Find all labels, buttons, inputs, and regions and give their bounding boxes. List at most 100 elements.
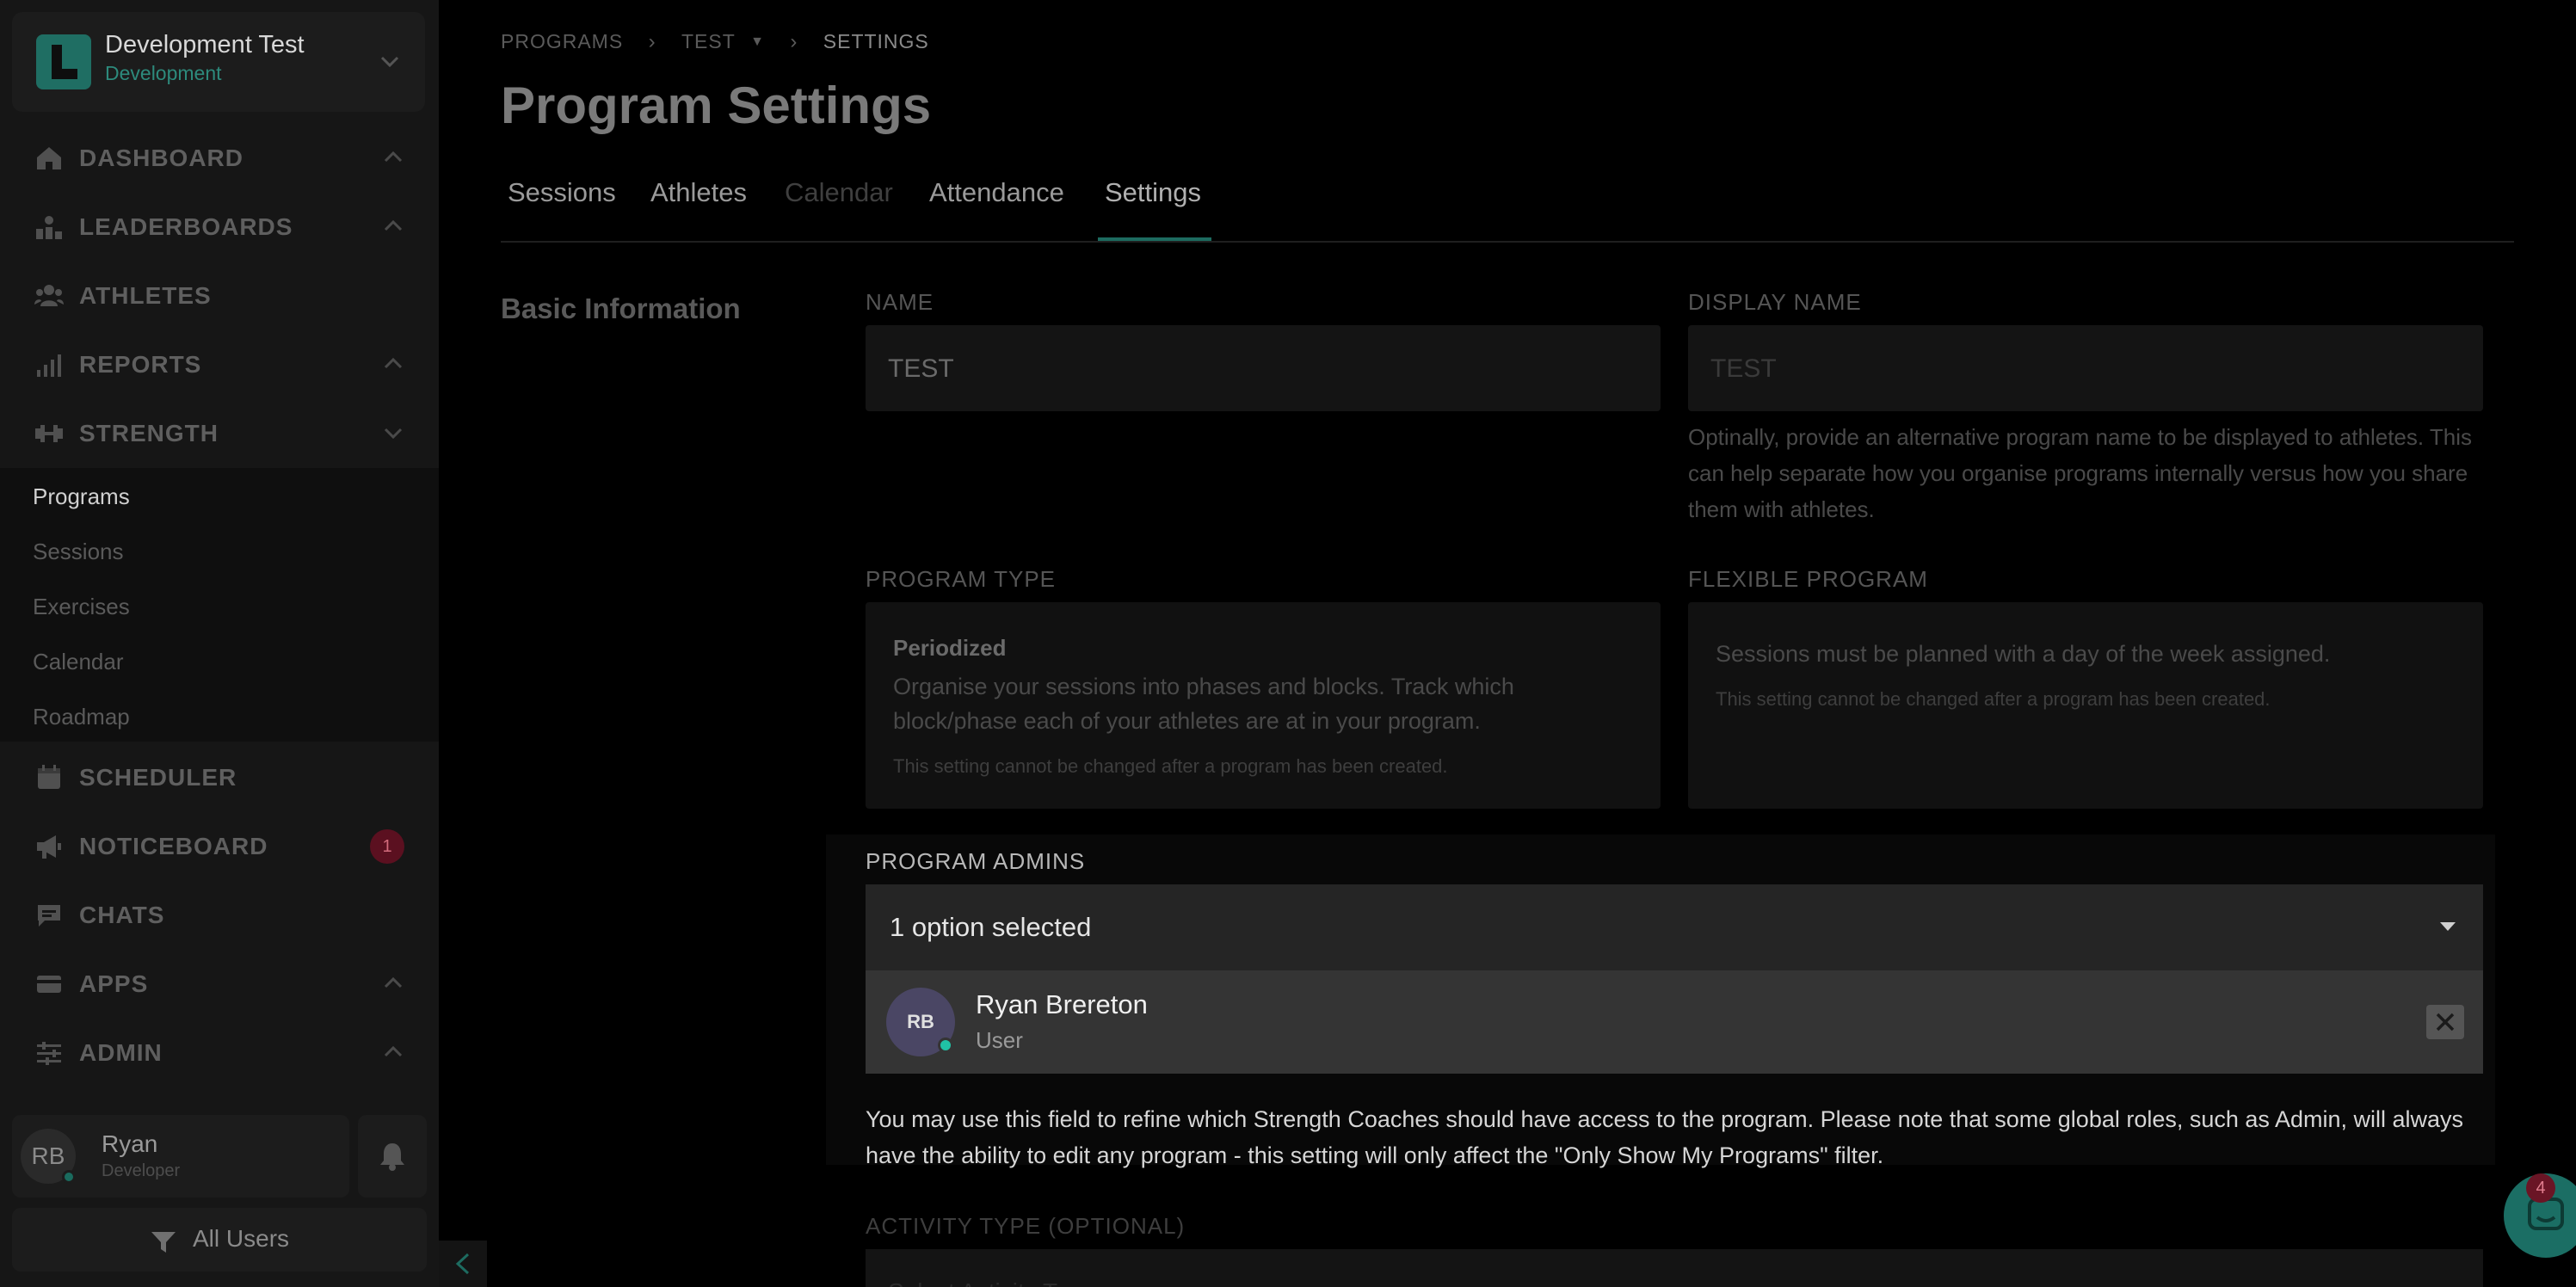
- org-name: Development Test: [105, 31, 305, 58]
- breadcrumb-separator: ›: [648, 29, 656, 53]
- chat-icon: [38, 905, 60, 927]
- tab-sessions[interactable]: Sessions: [508, 177, 616, 208]
- name-input[interactable]: TEST: [866, 325, 1661, 411]
- program-type-label: PROGRAM TYPE: [866, 566, 1057, 592]
- display-name-label: DISPLAY NAME: [1688, 289, 1862, 315]
- close-icon: [2436, 1013, 2455, 1031]
- nav-athletes[interactable]: ATHLETES: [0, 262, 439, 330]
- program-admins-select[interactable]: 1 option selected: [866, 884, 2483, 970]
- program-type-title: Periodized: [893, 635, 1007, 661]
- notification-badge: 1: [370, 829, 404, 864]
- leaderboard-icon: [36, 216, 62, 239]
- activity-type-select[interactable]: Select Activity Type: [866, 1249, 2483, 1287]
- chevron-up-icon: [384, 1045, 403, 1057]
- chevron-up-icon: [384, 151, 403, 163]
- nav-reports[interactable]: REPORTS: [0, 330, 439, 399]
- caret-down-icon[interactable]: ▼: [750, 34, 765, 50]
- breadcrumb-programs[interactable]: PROGRAMS: [501, 30, 623, 53]
- nav-label: NOTICEBOARD: [79, 833, 268, 859]
- chevron-up-icon: [384, 357, 403, 369]
- nav-admin[interactable]: ADMIN: [0, 1019, 439, 1087]
- display-name-input[interactable]: TEST: [1688, 325, 2483, 411]
- section-title: Basic Information: [501, 292, 741, 324]
- flexible-program-card: Sessions must be planned with a day of t…: [1688, 602, 2483, 809]
- flexible-program-label: FLEXIBLE PROGRAM: [1688, 566, 1928, 592]
- online-status-dot: [938, 1038, 953, 1053]
- nav-scheduler[interactable]: SCHEDULER: [0, 743, 439, 812]
- strength-submenu: Programs Sessions Exercises Calendar Roa…: [0, 468, 439, 742]
- breadcrumb-settings: SETTINGS: [823, 30, 929, 53]
- program-type-note: This setting cannot be changed after a p…: [893, 755, 1448, 777]
- filter-icon: [151, 1232, 176, 1253]
- nav-label: ADMIN: [79, 1039, 163, 1066]
- avatar: RB: [886, 988, 955, 1056]
- tab-attendance[interactable]: Attendance: [929, 177, 1064, 208]
- subnav-roadmap[interactable]: Roadmap: [33, 704, 130, 730]
- nav-label: DASHBOARD: [79, 145, 243, 171]
- home-icon: [37, 147, 61, 169]
- tab-settings[interactable]: Settings: [1105, 177, 1201, 208]
- users-icon: [34, 285, 64, 306]
- tab-athletes[interactable]: Athletes: [650, 177, 747, 208]
- breadcrumb-test[interactable]: TEST: [681, 30, 736, 53]
- chevron-down-icon: [384, 428, 403, 440]
- caret-down-icon: [2440, 922, 2456, 931]
- activity-type-label: ACTIVITY TYPE (OPTIONAL): [866, 1213, 1186, 1239]
- nav-label: ATHLETES: [79, 282, 212, 309]
- user-filter-label: All Users: [193, 1225, 290, 1252]
- user-name: Ryan: [102, 1130, 158, 1157]
- chevron-up-icon: [384, 219, 403, 231]
- subnav-programs[interactable]: Programs: [33, 483, 130, 510]
- admin-role: User: [976, 1027, 1023, 1053]
- chevron-left-icon: [455, 1253, 470, 1275]
- nav-apps[interactable]: APPS: [0, 950, 439, 1019]
- chevron-up-icon: [384, 976, 403, 988]
- selected-admin-row: RB Ryan Brereton User: [866, 970, 2483, 1074]
- nav-label: REPORTS: [79, 351, 202, 378]
- nav-dashboard[interactable]: DASHBOARD: [0, 124, 439, 193]
- tab-calendar[interactable]: Calendar: [785, 177, 893, 208]
- subnav-sessions[interactable]: Sessions: [33, 539, 124, 565]
- program-type-card: Periodized Organise your sessions into p…: [866, 602, 1661, 809]
- collapse-sidebar-button[interactable]: [439, 1241, 487, 1287]
- page-title: Program Settings: [501, 77, 932, 134]
- chevron-down-icon: [380, 56, 399, 68]
- credit-card-icon: [37, 976, 61, 993]
- breadcrumb-separator: ›: [790, 29, 798, 53]
- user-filter-button[interactable]: All Users: [12, 1208, 427, 1272]
- name-label: NAME: [866, 289, 934, 315]
- sliders-icon: [37, 1042, 61, 1065]
- chat-notification-badge: 4: [2526, 1173, 2555, 1203]
- bell-icon: [380, 1143, 404, 1171]
- org-env: Development: [105, 62, 222, 84]
- user-role: Developer: [102, 1161, 181, 1180]
- subnav-calendar[interactable]: Calendar: [33, 649, 124, 675]
- user-profile[interactable]: RB Ryan Developer: [12, 1115, 349, 1198]
- signal-icon: [37, 354, 61, 377]
- program-type-desc: Organise your sessions into phases and b…: [893, 674, 1514, 734]
- nav-noticeboard[interactable]: NOTICEBOARD 1: [0, 812, 439, 881]
- program-admins-label: PROGRAM ADMINS: [866, 848, 1086, 874]
- nav-label: SCHEDULER: [79, 764, 237, 791]
- nav-leaderboards[interactable]: LEADERBOARDS: [0, 193, 439, 262]
- chat-icon: [2528, 1198, 2564, 1230]
- nav-label: APPS: [79, 970, 149, 997]
- tab-bar: Sessions Athletes Calendar Attendance Se…: [501, 163, 2514, 243]
- org-logo: [36, 34, 91, 89]
- subnav-exercises[interactable]: Exercises: [33, 594, 130, 620]
- org-switcher[interactable]: Development Test Development: [12, 12, 425, 112]
- flexible-program-note: This setting cannot be changed after a p…: [1716, 688, 2271, 710]
- breadcrumb: PROGRAMS › TEST ▼ › SETTINGS: [501, 29, 929, 54]
- notifications-button[interactable]: [358, 1115, 427, 1198]
- flexible-program-desc: Sessions must be planned with a day of t…: [1716, 641, 2331, 667]
- nav-label: CHATS: [79, 902, 165, 928]
- nav-strength[interactable]: STRENGTH: [0, 399, 439, 468]
- remove-admin-button[interactable]: [2426, 1005, 2464, 1039]
- nav-chats[interactable]: CHATS: [0, 881, 439, 950]
- avatar: RB: [21, 1129, 76, 1184]
- sidebar: Development Test Development DASHBOARD L…: [0, 0, 439, 1287]
- program-admins-help: You may use this field to refine which S…: [866, 1106, 2464, 1168]
- select-value: 1 option selected: [890, 912, 1092, 942]
- megaphone-icon: [37, 835, 61, 859]
- online-status-dot: [62, 1170, 76, 1184]
